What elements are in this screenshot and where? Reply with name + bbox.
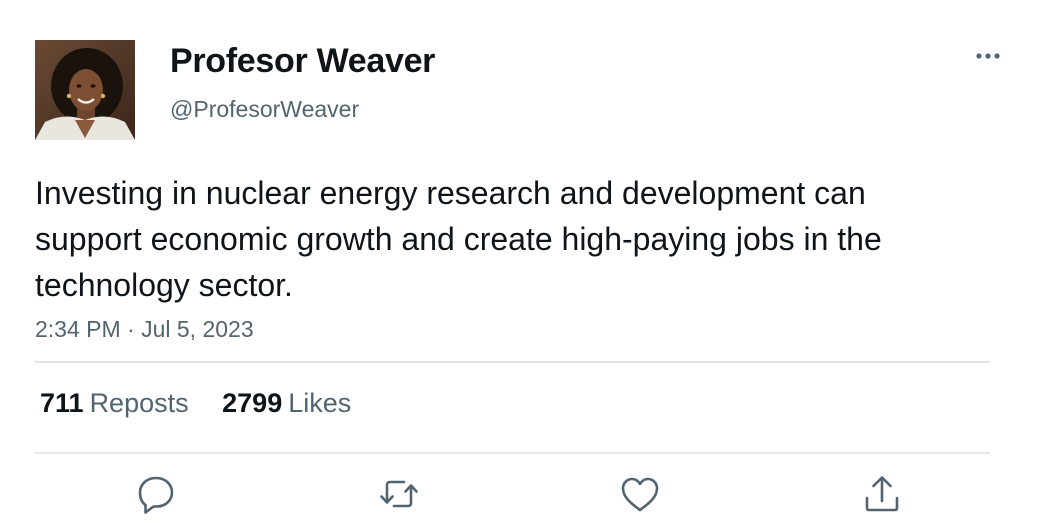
reply-icon[interactable]: [134, 472, 178, 516]
tweet-card: Profesor Weaver @ProfesorWeaver Investin…: [0, 0, 1050, 525]
divider: [35, 361, 990, 363]
profile-photo: [35, 40, 135, 140]
likes-label: Likes: [288, 388, 352, 418]
reposts-stat[interactable]: 711 Reposts: [40, 388, 189, 419]
like-icon[interactable]: [618, 472, 662, 516]
divider: [35, 452, 990, 454]
repost-icon[interactable]: [377, 472, 421, 516]
reposts-label: Reposts: [89, 388, 189, 418]
reposts-count: 711: [40, 388, 84, 418]
likes-stat[interactable]: 2799 Likes: [222, 388, 351, 419]
tweet-text: Investing in nuclear energy research and…: [35, 175, 882, 303]
share-icon[interactable]: [860, 472, 904, 516]
timestamp[interactable]: 2:34 PM · Jul 5, 2023: [35, 316, 254, 343]
avatar[interactable]: [35, 40, 135, 140]
user-handle[interactable]: @ProfesorWeaver: [170, 96, 359, 123]
action-bar: [0, 472, 1050, 520]
display-name[interactable]: Profesor Weaver: [170, 42, 435, 81]
engagement-stats: 711 Reposts 2799 Likes: [40, 388, 377, 419]
likes-count: 2799: [222, 388, 283, 418]
more-options-icon[interactable]: [968, 44, 1008, 68]
